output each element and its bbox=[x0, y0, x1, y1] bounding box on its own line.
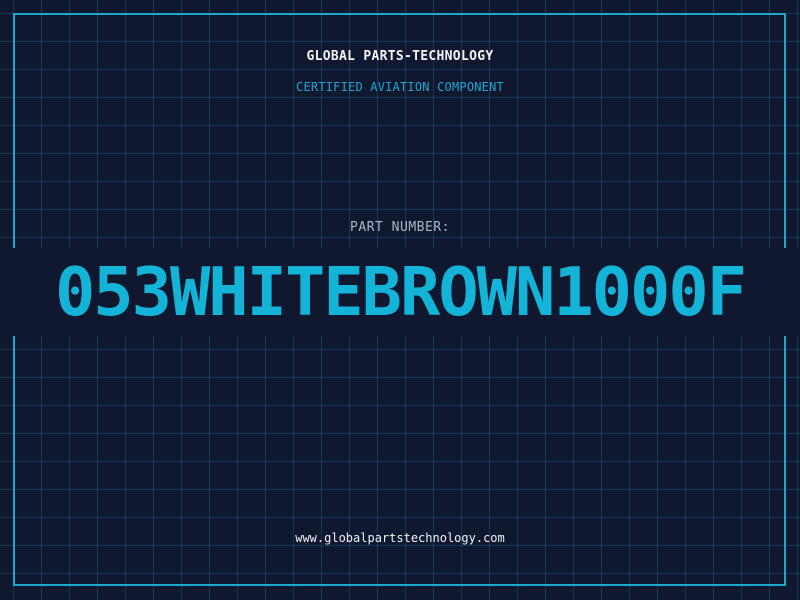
certification-tagline: CERTIFIED AVIATION COMPONENT bbox=[296, 80, 504, 94]
part-number-label: PART NUMBER: bbox=[350, 220, 450, 235]
brand-name: GLOBAL PARTS-TECHNOLOGY bbox=[306, 49, 494, 64]
part-number-value: 053WHITEBROWN1000F bbox=[54, 253, 747, 331]
part-card: GLOBAL PARTS-TECHNOLOGY CERTIFIED AVIATI… bbox=[0, 0, 800, 600]
part-number-band: 053WHITEBROWN1000F bbox=[0, 248, 800, 336]
website-url: www.globalpartstechnology.com bbox=[295, 531, 505, 545]
